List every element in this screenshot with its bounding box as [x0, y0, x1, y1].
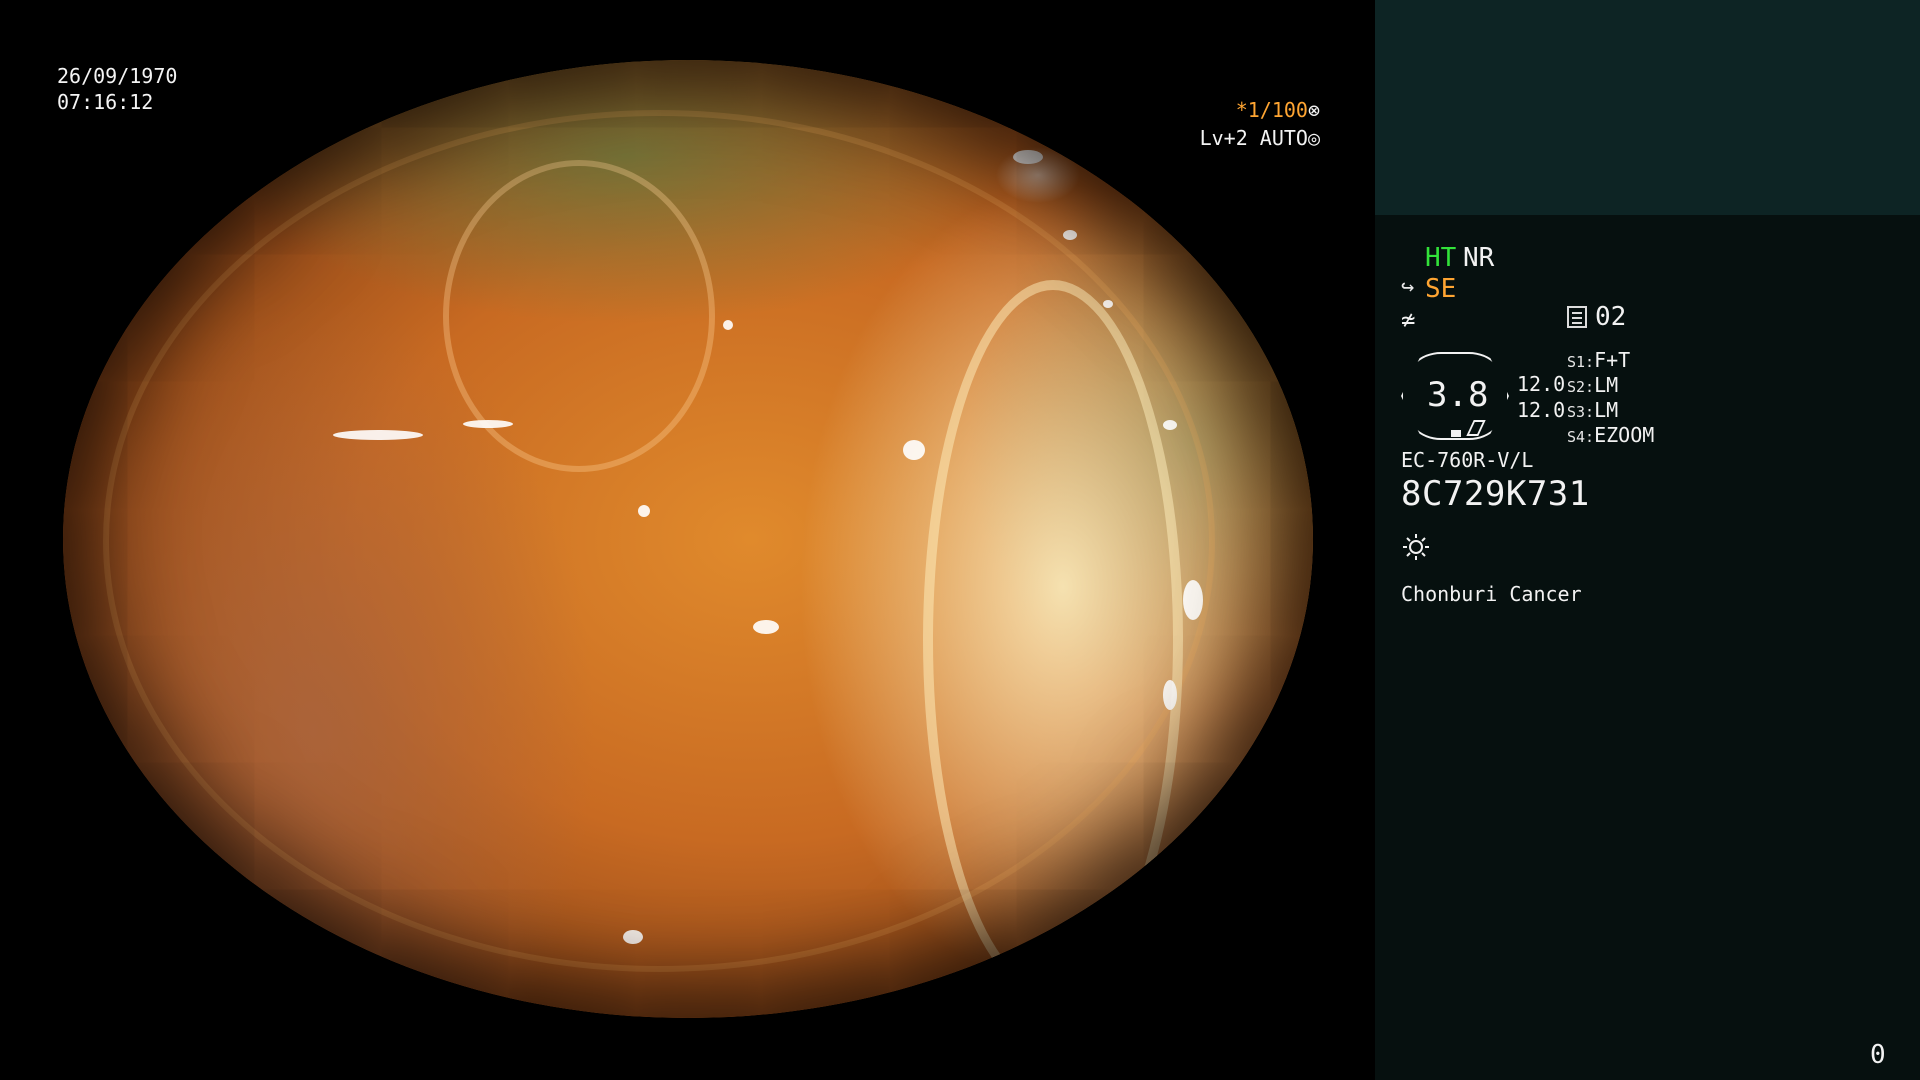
- mucosal-fold: [443, 160, 715, 472]
- switch-key: S3:: [1567, 403, 1595, 421]
- light-reflection: [723, 320, 733, 330]
- scope-switch-2: S2:LM: [1567, 373, 1618, 397]
- zoom-level-bar: [1451, 430, 1461, 437]
- light-reflection: [1013, 150, 1043, 164]
- structure-enhance-icon: ↪: [1401, 275, 1415, 300]
- serial-number: 8C729K731: [1401, 474, 1590, 514]
- memo-number: 02: [1595, 302, 1627, 332]
- light-reflection: [903, 440, 925, 460]
- memo-icon: [1567, 306, 1587, 328]
- image-counter: 0: [1870, 1040, 1886, 1070]
- panel-header: [1375, 0, 1920, 215]
- iris-mode: Lv+2 AUTO: [1199, 126, 1308, 150]
- info-panel: HT NR ↪ SE ≄ 02 3.8 12.0 12.0 S1:F+T S2:…: [1375, 0, 1920, 1080]
- switch-value: F+T: [1594, 348, 1631, 372]
- contrast-icon: ≄: [1401, 306, 1416, 334]
- switch-value: EZOOM: [1594, 423, 1655, 447]
- switch-value: LM: [1594, 373, 1619, 397]
- se-indicator: SE: [1425, 274, 1457, 304]
- light-reflection: [1163, 420, 1177, 430]
- ht-indicator: HT: [1425, 243, 1457, 273]
- iris-readout: Lv+2 AUTO◎: [1180, 126, 1320, 150]
- nr-indicator: NR: [1463, 243, 1495, 273]
- light-reflection: [333, 430, 423, 440]
- light-reflection: [623, 930, 643, 944]
- scope-switch-1: S1:F+T: [1567, 348, 1630, 372]
- date-readout: 26/09/1970: [57, 64, 178, 88]
- scope-switch-4: S4:EZOOM: [1567, 423, 1654, 447]
- scope-switch-3: S3:LM: [1567, 398, 1618, 422]
- light-reflection: [1063, 230, 1077, 240]
- zoom-value: 3.8: [1427, 375, 1489, 415]
- light-reflection: [1183, 580, 1203, 620]
- time-readout: 07:16:12: [57, 90, 154, 114]
- hospital-name: Chonburi Cancer: [1401, 582, 1582, 606]
- endoscope-view: 26/09/1970 07:16:12 *1/100⊗ Lv+2 AUTO◎: [0, 0, 1375, 1080]
- light-source-icon: [1403, 534, 1429, 560]
- light-reflection: [1163, 680, 1177, 710]
- switch-key: S4:: [1567, 428, 1595, 446]
- scope-model: EC-760R-V/L: [1401, 448, 1534, 472]
- shutter-speed: *1/100: [1235, 98, 1308, 122]
- switch-key: S1:: [1567, 353, 1595, 371]
- magnification-bottom: 12.0: [1517, 398, 1566, 422]
- iris-icon: ◎: [1307, 126, 1320, 150]
- light-reflection: [638, 505, 650, 517]
- endoscopic-image: [63, 60, 1313, 1018]
- light-reflection: [753, 620, 779, 634]
- shutter-readout: *1/100⊗: [1180, 98, 1320, 122]
- switch-key: S2:: [1567, 378, 1595, 396]
- switch-value: LM: [1594, 398, 1619, 422]
- light-reflection: [463, 420, 513, 428]
- mucosal-fold: [103, 110, 1215, 972]
- light-reflection: [1103, 300, 1113, 308]
- mucosal-fold: [923, 280, 1183, 1000]
- magnification-top: 12.0: [1517, 372, 1566, 396]
- aperture-icon: ⊗: [1307, 98, 1320, 122]
